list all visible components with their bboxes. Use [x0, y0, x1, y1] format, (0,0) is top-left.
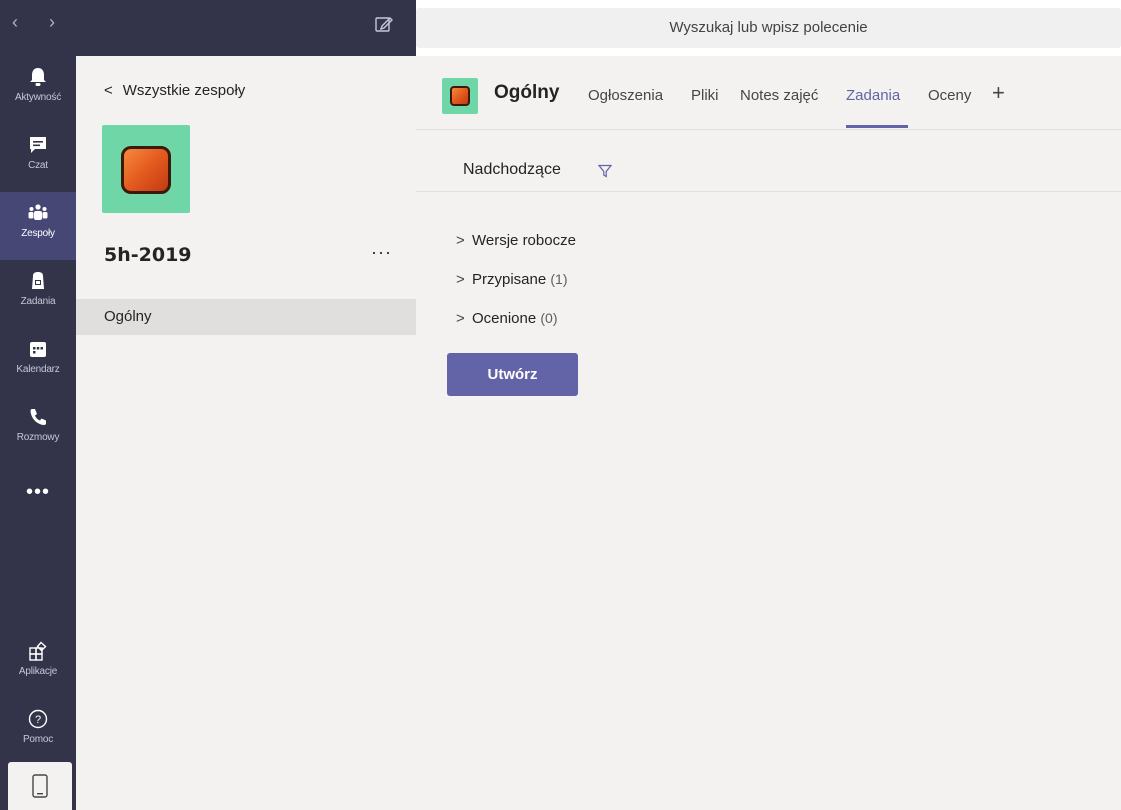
tab-assignments[interactable]: Zadania [846, 87, 900, 104]
section-assigned[interactable]: > Przypisane (1) [456, 271, 568, 297]
bell-icon [30, 68, 46, 86]
phone-icon [30, 409, 46, 425]
teams-icon [28, 204, 48, 220]
tab-announcements[interactable]: Ogłoszenia [588, 87, 663, 104]
teams-panel: < Wszystkie zespoły 5h-2019 ··· Ogólny [76, 56, 416, 810]
rail-item-label: Zespoły [21, 228, 55, 239]
assignments-icon [32, 272, 44, 289]
channel-header: Ogólny Ogłoszenia Pliki Notes zajęć Zada… [416, 56, 1121, 130]
chat-icon [30, 137, 46, 153]
chevron-left-icon: < [104, 82, 113, 99]
rail-item-apps[interactable]: Aplikacje [0, 630, 76, 698]
tab-grades[interactable]: Oceny [928, 87, 971, 104]
compose-icon[interactable] [374, 14, 394, 34]
mobile-app-button[interactable] [8, 762, 72, 810]
svg-text:?: ? [35, 714, 41, 726]
channel-label: Ogólny [104, 308, 152, 325]
more-apps-button[interactable]: ••• [0, 481, 76, 504]
chevron-right-icon: > [456, 271, 465, 288]
history-nav: ‹ › [12, 12, 71, 33]
section-count: (0) [540, 310, 558, 326]
rail-item-teams[interactable]: Zespoły [0, 192, 76, 260]
chevron-right-icon: > [456, 310, 465, 327]
add-tab-button[interactable]: + [992, 80, 1005, 106]
rail-item-calendar[interactable]: Kalendarz [0, 328, 76, 396]
calendar-icon [30, 342, 46, 357]
team-more-options-icon[interactable]: ··· [371, 242, 392, 263]
section-name: Ocenione [472, 310, 537, 327]
upcoming-label: Nadchodzące [463, 161, 561, 178]
filter-row: Nadchodzące [416, 156, 1121, 192]
section-graded[interactable]: > Ocenione (0) [456, 310, 558, 336]
apps-icon [29, 641, 47, 661]
app-rail: Aktywność Czat Zespoły Zadania Kalendarz… [0, 56, 76, 810]
create-assignment-button[interactable]: Utwórz [447, 353, 578, 396]
rail-item-label: Aktywność [15, 92, 61, 103]
all-teams-label: Wszystkie zespoły [122, 82, 246, 99]
channel-item-general[interactable]: Ogólny [76, 299, 416, 335]
section-name: Przypisane [472, 271, 547, 288]
back-arrow-icon[interactable]: ‹ [12, 12, 34, 33]
teams-app: ‹ › Wyszukaj lub wpisz polecenie Aktywno… [0, 0, 1121, 810]
rail-item-label: Czat [28, 160, 48, 171]
rail-item-assignments[interactable]: Zadania [0, 260, 76, 328]
rail-item-chat[interactable]: Czat [0, 124, 76, 192]
mobile-device-icon [32, 774, 48, 798]
all-teams-link[interactable]: < Wszystkie zespoły [104, 82, 245, 99]
rail-item-label: Rozmowy [16, 432, 60, 443]
rail-item-activity[interactable]: Aktywność [0, 56, 76, 124]
filter-icon[interactable] [598, 164, 612, 178]
channel-content: Ogólny Ogłoszenia Pliki Notes zajęć Zada… [416, 56, 1121, 810]
team-name: 5h-2019 [104, 244, 192, 266]
rail-item-label: Zadania [20, 296, 56, 307]
tab-class-notebook[interactable]: Notes zajęć [740, 87, 818, 104]
rail-item-label: Pomoc [22, 734, 54, 745]
section-name: Wersje robocze [472, 232, 576, 249]
rail-item-help[interactable]: ? Pomoc [0, 698, 76, 766]
channel-title: Ogólny [494, 82, 560, 103]
team-logo-icon [121, 146, 171, 194]
tab-files[interactable]: Pliki [691, 87, 719, 104]
search-input[interactable]: Wyszukaj lub wpisz polecenie [416, 8, 1121, 48]
rail-item-calls[interactable]: Rozmowy [0, 396, 76, 464]
rail-item-label: Aplikacje [18, 666, 58, 677]
help-icon: ? [28, 709, 48, 729]
active-tab-indicator [846, 125, 908, 128]
rail-item-label: Kalendarz [16, 364, 60, 375]
channel-avatar [442, 78, 478, 114]
section-drafts[interactable]: > Wersje robocze [456, 232, 576, 258]
forward-arrow-icon[interactable]: › [49, 12, 71, 33]
team-avatar[interactable] [102, 125, 190, 213]
top-bar-left: ‹ › [0, 0, 416, 56]
section-count: (1) [550, 271, 568, 287]
team-logo-icon [450, 86, 470, 106]
top-bar: ‹ › Wyszukaj lub wpisz polecenie [0, 0, 1121, 56]
chevron-right-icon: > [456, 232, 465, 249]
